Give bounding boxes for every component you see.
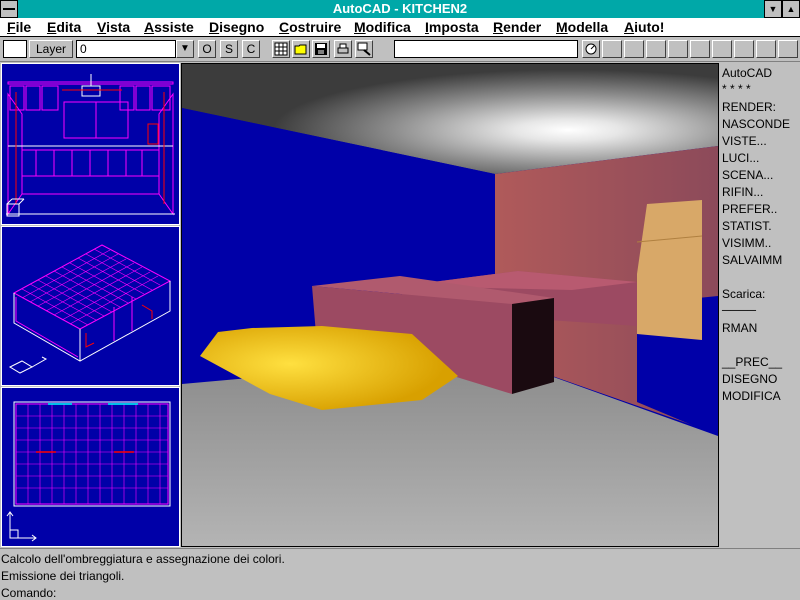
- screen-menu-item[interactable]: VISIMM..: [722, 236, 771, 250]
- toolbar-slot-1[interactable]: [602, 40, 622, 58]
- menu-disegno[interactable]: Disegno: [209, 19, 264, 35]
- command-prompt[interactable]: Comando:: [1, 586, 56, 600]
- open-button[interactable]: [292, 40, 310, 58]
- screen-menu-item[interactable]: AutoCAD: [722, 66, 772, 80]
- folder-icon: [294, 44, 307, 55]
- rendered-kitchen-scene: [182, 64, 718, 546]
- refrigerator: [637, 200, 702, 340]
- menu-file[interactable]: File: [7, 19, 31, 35]
- ucs-plan-icon: [6, 511, 37, 542]
- toolbar-slot-9[interactable]: [778, 40, 798, 58]
- screen-menu-item[interactable]: SALVAIMM: [722, 253, 782, 267]
- color-swatch[interactable]: [3, 40, 27, 58]
- screen-menu-item[interactable]: LUCI...: [722, 151, 759, 165]
- isometric-wireframe: [8, 244, 172, 374]
- screen-menu-item[interactable]: RIFIN...: [722, 185, 763, 199]
- command-entry-field[interactable]: [394, 40, 578, 58]
- screen-menu-item[interactable]: RMAN: [722, 321, 757, 335]
- zoom-window-icon: [357, 42, 371, 56]
- toolbar-slot-4[interactable]: [668, 40, 688, 58]
- menu-modifica[interactable]: Modifica: [354, 19, 411, 35]
- layer-select[interactable]: 0: [76, 40, 176, 58]
- menu-imposta[interactable]: Imposta: [425, 19, 479, 35]
- toolbar: Layer 0 ▼ O S C: [0, 37, 800, 62]
- ucs-axis-icon: [8, 356, 48, 374]
- compass-icon: [585, 43, 597, 55]
- screen-menu-item[interactable]: STATIST.: [722, 219, 772, 233]
- compass-button[interactable]: [582, 40, 600, 58]
- screen-menu-item[interactable]: MODIFICA: [722, 389, 781, 403]
- viewport-front-elevation[interactable]: [1, 63, 180, 225]
- screen-menu-item[interactable]: * * * *: [722, 82, 751, 96]
- viewport-render[interactable]: [181, 63, 719, 547]
- viewport-isometric[interactable]: [1, 226, 180, 386]
- front-elevation-wireframe: [6, 74, 175, 217]
- print-button[interactable]: [334, 40, 352, 58]
- layer-button[interactable]: Layer: [29, 40, 73, 58]
- printer-icon: [337, 43, 349, 54]
- screen-menu-item[interactable]: __PREC__: [722, 355, 782, 369]
- toolbar-slot-8[interactable]: [756, 40, 776, 58]
- viewport-plan[interactable]: [1, 387, 180, 547]
- maximize-icon: ▲: [786, 4, 796, 14]
- screen-menu-item[interactable]: NASCONDE: [722, 117, 790, 131]
- toolbar-slot-5[interactable]: [690, 40, 710, 58]
- screen-menu-item[interactable]: Scarica:: [722, 287, 765, 301]
- title-bar: AutoCAD - KITCHEN2 ▼ ▲: [0, 0, 800, 18]
- toolbar-slot-7[interactable]: [734, 40, 754, 58]
- menu-aiuto[interactable]: Aiuto!: [624, 19, 664, 35]
- screen-menu-item[interactable]: PREFER..: [722, 202, 777, 216]
- new-drawing-button[interactable]: [272, 40, 290, 58]
- screen-menu-item: ────: [722, 303, 757, 317]
- menu-vista[interactable]: Vista: [97, 19, 130, 35]
- minimize-button[interactable]: ▼: [764, 0, 782, 18]
- ortho-button[interactable]: O: [198, 40, 216, 58]
- grid-icon: [274, 42, 288, 56]
- maximize-button[interactable]: ▲: [782, 0, 800, 18]
- screen-menu: AutoCAD * * * * RENDER: NASCONDE VISTE..…: [720, 62, 800, 548]
- menu-modella[interactable]: Modella: [556, 19, 608, 35]
- toolbar-slot-3[interactable]: [646, 40, 666, 58]
- screen-menu-item[interactable]: VISTE...: [722, 134, 767, 148]
- menu-edita[interactable]: Edita: [47, 19, 81, 35]
- save-button[interactable]: [312, 40, 330, 58]
- layer-dropdown-button[interactable]: ▼: [176, 40, 194, 58]
- toolbar-slot-6[interactable]: [712, 40, 732, 58]
- screen-menu-item[interactable]: DISEGNO: [722, 372, 777, 386]
- menu-bar: File Edita Vista Assiste Disegno Costrui…: [0, 18, 800, 37]
- command-line-area[interactable]: Calcolo dell'ombreggiatura e assegnazion…: [0, 548, 800, 600]
- arrow-down-icon: ▼: [180, 43, 190, 54]
- plan-view-wireframe: [6, 401, 171, 542]
- minimize-icon: ▼: [768, 4, 778, 14]
- menu-costruire[interactable]: Costruire: [279, 19, 341, 35]
- window-title: AutoCAD - KITCHEN2: [332, 1, 468, 16]
- coords-button[interactable]: C: [242, 40, 260, 58]
- disk-icon: [315, 43, 327, 55]
- command-history-line: Emissione dei triangoli.: [1, 569, 125, 583]
- command-history-line: Calcolo dell'ombreggiatura e assegnazion…: [1, 552, 285, 566]
- menu-assiste[interactable]: Assiste: [144, 19, 194, 35]
- zoom-button[interactable]: [355, 40, 373, 58]
- screen-menu-item[interactable]: RENDER:: [722, 100, 776, 114]
- menu-render[interactable]: Render: [493, 19, 541, 35]
- screen-menu-item[interactable]: SCENA...: [722, 168, 773, 182]
- snap-button[interactable]: S: [220, 40, 238, 58]
- toolbar-slot-2[interactable]: [624, 40, 644, 58]
